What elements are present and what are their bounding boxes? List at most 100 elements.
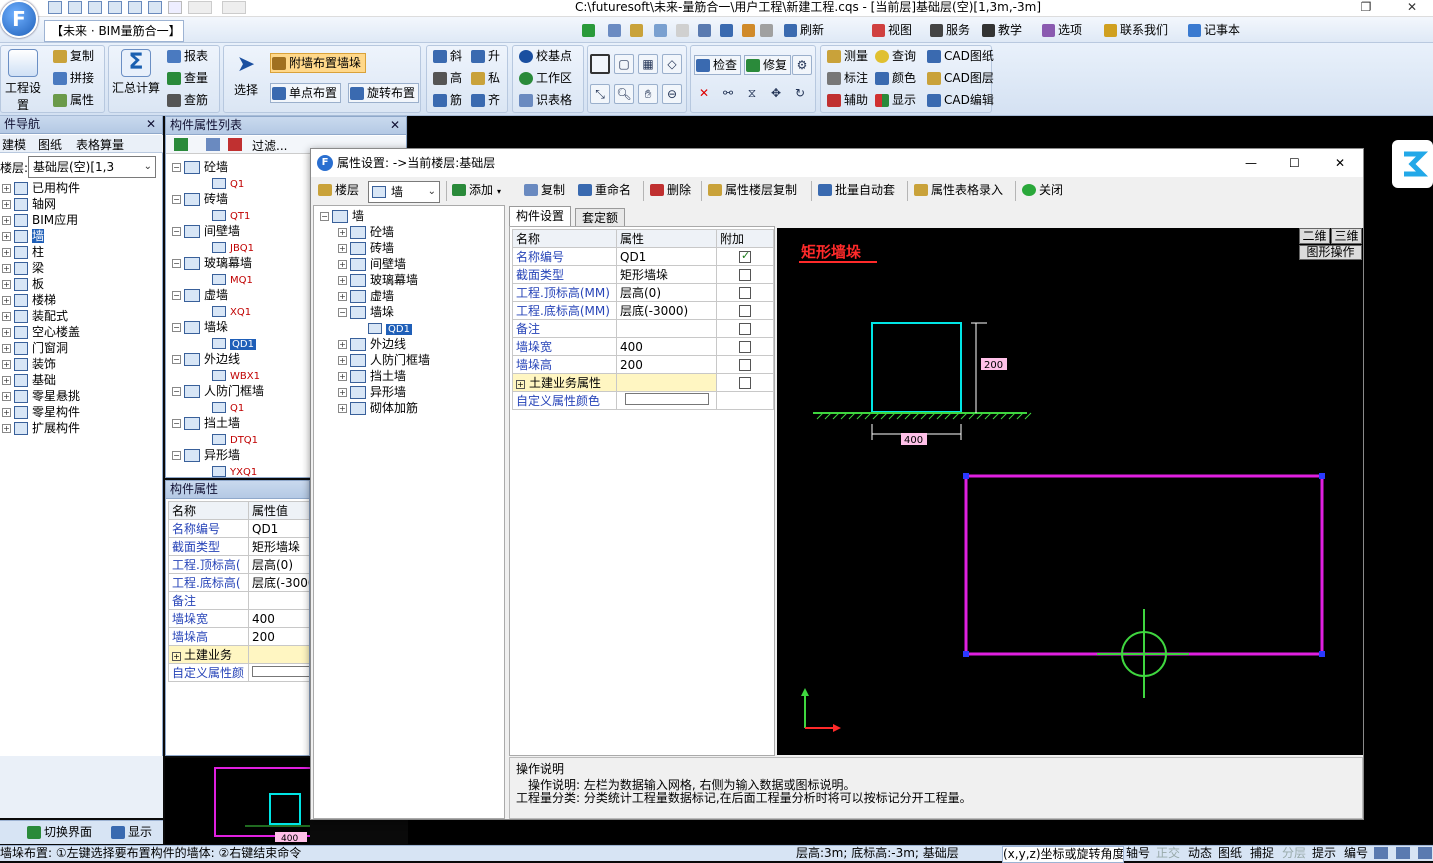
dlg-tree-item[interactable]: + 砌体加筋 — [338, 400, 418, 416]
nav-item[interactable]: + 扩展构件 — [2, 420, 80, 436]
tab-table-qty[interactable]: 表格算量 — [76, 136, 124, 153]
menu-options[interactable]: 选项 — [1042, 21, 1082, 39]
redo-icon[interactable] — [222, 1, 246, 14]
dialog-close-icon[interactable]: ✕ — [1335, 149, 1345, 177]
nav-item[interactable]: + 柱 — [2, 244, 44, 260]
color-swatch[interactable] — [625, 393, 709, 405]
floating-logo[interactable] — [1392, 140, 1433, 188]
align-button[interactable]: 齐 — [470, 91, 500, 109]
expand-icon[interactable]: + — [2, 360, 11, 369]
collapse-icon[interactable]: − — [320, 212, 329, 221]
type-select[interactable]: 墙 ⌄ — [368, 181, 440, 203]
dlg-tree-item[interactable]: + 玻璃幕墙 — [338, 272, 418, 288]
rise-button[interactable]: 升 — [470, 47, 500, 65]
floor-select[interactable]: 基础层(空)[1,3 ⌄ — [28, 156, 156, 178]
dlg-prop-value[interactable]: 400 — [616, 337, 717, 356]
dlg-tree-selected[interactable]: QD1 — [368, 320, 412, 336]
expand-icon[interactable]: + — [2, 280, 11, 289]
dlg-prop-value[interactable]: QD1 — [616, 247, 717, 266]
prop-value[interactable]: 层高(0) — [248, 555, 309, 574]
dlg-prop-value[interactable]: 层高(0) — [616, 283, 717, 302]
move-icon[interactable]: ✥ — [766, 84, 786, 104]
filter-field[interactable]: 过滤... — [252, 137, 287, 154]
copy-button[interactable]: 复制 — [52, 47, 94, 65]
dlg-tree-item[interactable]: + 人防门框墙 — [338, 352, 430, 368]
expand-icon[interactable]: + — [338, 356, 347, 365]
view-building-icon[interactable]: ▦ — [638, 54, 658, 74]
comp-instance[interactable]: Q1 — [212, 399, 244, 415]
status-number-toggle[interactable]: 编号 — [1344, 846, 1368, 861]
copy-floor-props-button[interactable]: 属性楼层复制 — [707, 179, 797, 203]
check-qty-button[interactable]: 查量 — [166, 69, 208, 87]
corner-handle[interactable] — [963, 651, 969, 657]
new-icon[interactable] — [48, 1, 62, 14]
comp-list-close-icon[interactable]: ✕ — [390, 117, 400, 134]
dlg-close-button[interactable]: 关闭 — [1021, 179, 1063, 203]
status-snap-toggle[interactable]: 捕捉 — [1250, 846, 1274, 861]
delete-x-icon[interactable]: ✕ — [694, 84, 714, 104]
work-area-button[interactable]: 工作区 — [518, 69, 572, 87]
nav-item[interactable]: + 板 — [2, 276, 44, 292]
table-row[interactable]: + 土建业务属性 — [512, 373, 774, 392]
expand-icon[interactable]: + — [338, 340, 347, 349]
app-menu-button[interactable]: F — [0, 0, 38, 38]
help-icon[interactable] — [148, 1, 162, 14]
expand-icon[interactable]: + — [338, 260, 347, 269]
undo-icon[interactable] — [188, 1, 212, 14]
add-icon[interactable] — [174, 138, 188, 151]
menu-teaching[interactable]: 教学 — [982, 21, 1022, 39]
dlg-prop-value[interactable]: 层底(-3000) — [616, 301, 717, 320]
print-icon[interactable] — [128, 1, 142, 14]
collapse-icon[interactable]: − — [172, 259, 181, 268]
collapse-icon[interactable]: − — [172, 355, 181, 364]
comp-group[interactable]: − 异形墙 — [172, 447, 240, 463]
comp-instance[interactable]: YXQ1 — [212, 463, 257, 479]
comp-instance[interactable]: QD1 — [212, 335, 256, 351]
comp-group[interactable]: − 砖墙 — [172, 191, 228, 207]
batch-auto-button[interactable]: 批量自动套 — [817, 179, 895, 203]
tab-modeling[interactable]: 建模 — [2, 136, 26, 153]
splice-button[interactable]: 拼接 — [52, 69, 94, 87]
nav-item[interactable]: + 楼梯 — [2, 292, 56, 308]
dialog-maximize-icon[interactable]: ☐ — [1289, 149, 1300, 177]
select-button[interactable]: ➤ 选择 — [228, 51, 264, 98]
cad-drawing-button[interactable]: CAD图纸 — [926, 47, 994, 65]
checkbox[interactable] — [739, 287, 751, 299]
collapse-icon[interactable]: − — [172, 323, 181, 332]
table-row[interactable]: 备注 — [512, 319, 774, 338]
add-button[interactable]: 添加 ▾ — [451, 179, 501, 203]
comp-instance[interactable]: WBX1 — [212, 367, 260, 383]
status-more-icon[interactable] — [1418, 847, 1432, 859]
coord-input[interactable]: (x,y,z)坐标或旋转角度 — [1002, 846, 1124, 863]
prop-value[interactable]: 矩形墙垛 — [248, 537, 309, 556]
single-place-button[interactable]: 单点布置 — [270, 83, 342, 103]
nav-item[interactable]: + BIM应用 — [2, 212, 78, 228]
copy-comp-icon[interactable] — [206, 138, 220, 151]
checkbox[interactable] — [739, 323, 751, 335]
btn-2d[interactable]: 二维 — [1299, 228, 1330, 244]
dlg-tree-item[interactable]: + 砖墙 — [338, 240, 394, 256]
prop-value[interactable]: 400 — [248, 609, 309, 628]
query-button[interactable]: 查询 — [874, 47, 916, 65]
status-layout-icon[interactable] — [1396, 847, 1410, 859]
nav-item[interactable]: + 装饰 — [2, 356, 56, 372]
close-icon[interactable]: ✕ — [1400, 0, 1424, 15]
checkbox[interactable] — [739, 305, 751, 317]
table-row[interactable]: 工程.顶标高(层高(0) — [168, 555, 309, 574]
checkbox[interactable] — [739, 341, 751, 353]
dlg-prop-value[interactable]: 200 — [616, 355, 717, 374]
dialog-preview[interactable]: 矩形墙垛 200 400 二维 三维 图形操作 — [777, 228, 1363, 755]
dlg-tree-item[interactable]: + 挡土墙 — [338, 368, 406, 384]
cad-layer-button[interactable]: CAD图层 — [926, 69, 994, 87]
expand-icon[interactable]: + — [338, 276, 347, 285]
measure-button[interactable]: 测量 — [826, 47, 868, 65]
corner-handle[interactable] — [1319, 473, 1325, 479]
comp-instance[interactable]: JBQ1 — [212, 239, 254, 255]
collapse-icon[interactable]: − — [338, 308, 347, 317]
comp-group[interactable]: − 挡土墙 — [172, 415, 240, 431]
expand-icon[interactable]: + — [2, 216, 11, 225]
expand-icon[interactable]: + — [338, 228, 347, 237]
checkbox[interactable] — [739, 359, 751, 371]
status-ortho-toggle[interactable]: 正交 — [1156, 846, 1180, 861]
settings-icon[interactable]: ⚙ — [792, 55, 812, 75]
